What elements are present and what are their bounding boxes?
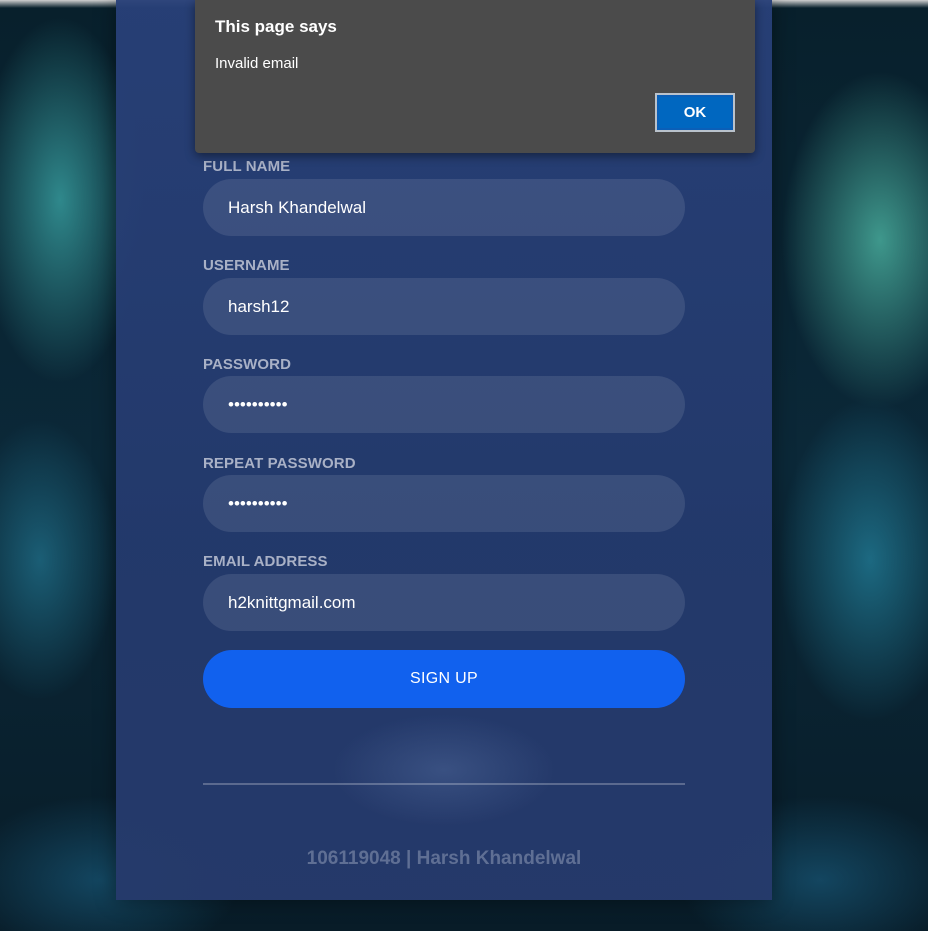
alert-dialog: This page says Invalid email OK [195, 0, 755, 153]
password-label: PASSWORD [203, 356, 292, 373]
ok-button[interactable]: OK [655, 93, 735, 132]
repeat-password-label: REPEAT PASSWORD [203, 455, 356, 472]
password-input[interactable]: •••••••••• [203, 376, 685, 433]
footer-text: 106119048 | Harsh Khandelwal [306, 848, 582, 869]
dialog-message: Invalid email [215, 55, 299, 72]
repeat-password-input[interactable]: •••••••••• [203, 475, 685, 532]
ok-button-label: OK [659, 97, 731, 128]
email-input[interactable]: h2knittgmail.com [203, 574, 685, 631]
username-input[interactable]: harsh12 [203, 278, 685, 335]
email-label: EMAIL ADDRESS [203, 553, 328, 570]
divider [203, 783, 685, 785]
dialog-title: This page says [215, 17, 337, 36]
full-name-input[interactable]: Harsh Khandelwal [203, 179, 685, 236]
username-label: USERNAME [203, 257, 290, 274]
full-name-label: FULL NAME [203, 158, 291, 175]
sign-up-button[interactable]: SIGN UP [203, 650, 685, 708]
